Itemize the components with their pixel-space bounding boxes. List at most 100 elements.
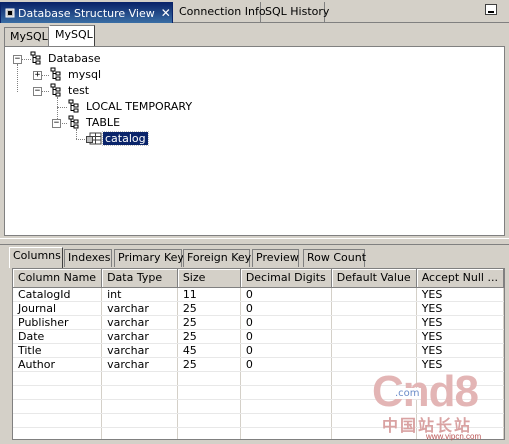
subtab-mysql-2[interactable]: MySQL — [49, 25, 95, 46]
column-header[interactable]: Column Name — [13, 269, 103, 288]
table-cell: YES — [416, 343, 504, 358]
tab-connection-info[interactable]: Connection Info — [175, 2, 266, 23]
tab-label: Connection Info — [179, 5, 266, 18]
table-cell: 0 — [240, 329, 332, 344]
tab-label: SQL History — [265, 5, 330, 18]
tab-label: Indexes — [68, 251, 111, 264]
table-cell: Date — [13, 329, 103, 344]
table-row[interactable]: Publisher varchar 25 0 YES — [13, 315, 504, 330]
table-cell: 25 — [177, 315, 241, 330]
table-cell: varchar — [101, 315, 178, 330]
schema-icon — [50, 83, 61, 97]
tree-node-label: TABLE — [86, 116, 121, 129]
tree-node-table[interactable]: TABLE — [86, 115, 120, 131]
table-cell — [331, 329, 417, 344]
table-row[interactable]: CatalogId int 11 0 YES — [13, 287, 504, 302]
column-header[interactable]: Decimal Digits — [240, 269, 332, 288]
table-cell: 0 — [240, 315, 332, 330]
table-cell: varchar — [101, 343, 178, 358]
table-cell: int — [101, 287, 178, 302]
column-header[interactable]: Size — [177, 269, 241, 288]
table-row[interactable]: Journal varchar 25 0 YES — [13, 301, 504, 316]
watermark-dotcom: .com — [394, 388, 421, 399]
subtab-label: MySQL — [55, 28, 93, 41]
table-cell: YES — [416, 329, 504, 344]
table-cell: 25 — [177, 329, 241, 344]
database-icon — [30, 51, 41, 65]
collapse-icon[interactable]: − — [33, 87, 42, 96]
tree-connector — [42, 75, 49, 76]
tree-node-label: test — [68, 84, 90, 97]
tab-foreign-key[interactable]: Foreign Key — [183, 249, 252, 267]
table-cell: Publisher — [13, 315, 103, 330]
tab-label: Row Count — [307, 251, 367, 264]
table-cell: 0 — [240, 287, 332, 302]
watermark-url: www.vipcn.com — [426, 432, 482, 441]
tab-indexes[interactable]: Indexes — [64, 249, 112, 267]
table-header-row: Column Name Data Type Size Decimal Digit… — [13, 269, 504, 288]
tab-label: Foreign Key — [187, 251, 252, 264]
tab-primary-key[interactable]: Primary Key — [114, 249, 184, 267]
tab-label: Database Structure View — [18, 7, 155, 20]
table-cell: 0 — [240, 301, 332, 316]
table-icon — [86, 132, 102, 145]
table-cell: Author — [13, 357, 103, 372]
column-header[interactable]: Default Value — [331, 269, 417, 288]
close-icon[interactable]: ✕ — [161, 3, 171, 23]
column-header[interactable]: Data Type — [101, 269, 178, 288]
tab-label: Columns — [13, 249, 61, 262]
tree-node-database[interactable]: Database — [48, 51, 101, 67]
tree-connector — [62, 123, 67, 124]
tab-label: Primary Key — [118, 251, 184, 264]
subtab-mysql-1[interactable]: MySQL — [4, 27, 49, 46]
table-cell — [331, 301, 417, 316]
table-cell: 25 — [177, 301, 241, 316]
table-row[interactable]: Title varchar 45 0 YES — [13, 343, 504, 358]
table-cell: 25 — [177, 357, 241, 372]
tab-columns[interactable]: Columns — [9, 247, 63, 268]
tree-node-label: mysql — [68, 68, 101, 81]
tree-node-label: catalog — [102, 131, 149, 146]
tree-node-local-temporary[interactable]: LOCAL TEMPORARY — [86, 99, 192, 115]
table-cell: Journal — [13, 301, 103, 316]
table-cell: Title — [13, 343, 103, 358]
table-cell: YES — [416, 315, 504, 330]
watermark-logo-text: Cnd8 — [372, 367, 479, 416]
tab-row-count[interactable]: Row Count — [303, 249, 367, 267]
table-cell — [331, 287, 417, 302]
database-tree: − Database + mysql − test LOCAL TEMPORAR… — [4, 46, 505, 236]
table-cell — [331, 343, 417, 358]
tree-connector — [42, 91, 49, 92]
watermark-logo: Cnd8 .com 中国站长站 www.vipcn.com — [370, 368, 509, 444]
minimize-icon[interactable] — [485, 4, 497, 15]
tree-node-label: LOCAL TEMPORARY — [86, 100, 193, 113]
table-cell: YES — [416, 301, 504, 316]
tab-sql-history[interactable]: SQL History — [261, 2, 329, 23]
splitter[interactable] — [0, 238, 509, 245]
schema-icon — [50, 67, 61, 81]
table-row[interactable]: Date varchar 25 0 YES — [13, 329, 504, 344]
tree-connector — [76, 139, 85, 140]
column-header[interactable]: Accept Null ... — [416, 269, 504, 288]
table-cell: 11 — [177, 287, 241, 302]
table-cell: varchar — [101, 329, 178, 344]
view-tab-bar: Database Structure View ✕ Connection Info… — [0, 0, 509, 23]
tree-connector — [17, 64, 18, 92]
table-type-icon — [68, 115, 79, 129]
tree-node-catalog[interactable]: catalog — [102, 131, 149, 147]
tab-preview[interactable]: Preview — [252, 249, 299, 267]
table-cell: 0 — [240, 343, 332, 358]
table-cell: YES — [416, 287, 504, 302]
tree-node-mysql[interactable]: mysql — [68, 67, 101, 83]
database-view-icon — [5, 8, 15, 18]
table-cell: 0 — [240, 357, 332, 372]
expand-icon[interactable]: + — [33, 71, 42, 80]
tab-database-structure-view[interactable]: Database Structure View ✕ — [0, 2, 173, 23]
table-type-icon — [68, 99, 79, 113]
subtab-label: MySQL — [10, 30, 48, 43]
tree-connector — [76, 129, 77, 139]
collapse-icon[interactable]: − — [52, 119, 61, 128]
tree-node-test[interactable]: test — [68, 83, 89, 99]
table-cell — [331, 315, 417, 330]
collapse-icon[interactable]: − — [13, 55, 22, 64]
